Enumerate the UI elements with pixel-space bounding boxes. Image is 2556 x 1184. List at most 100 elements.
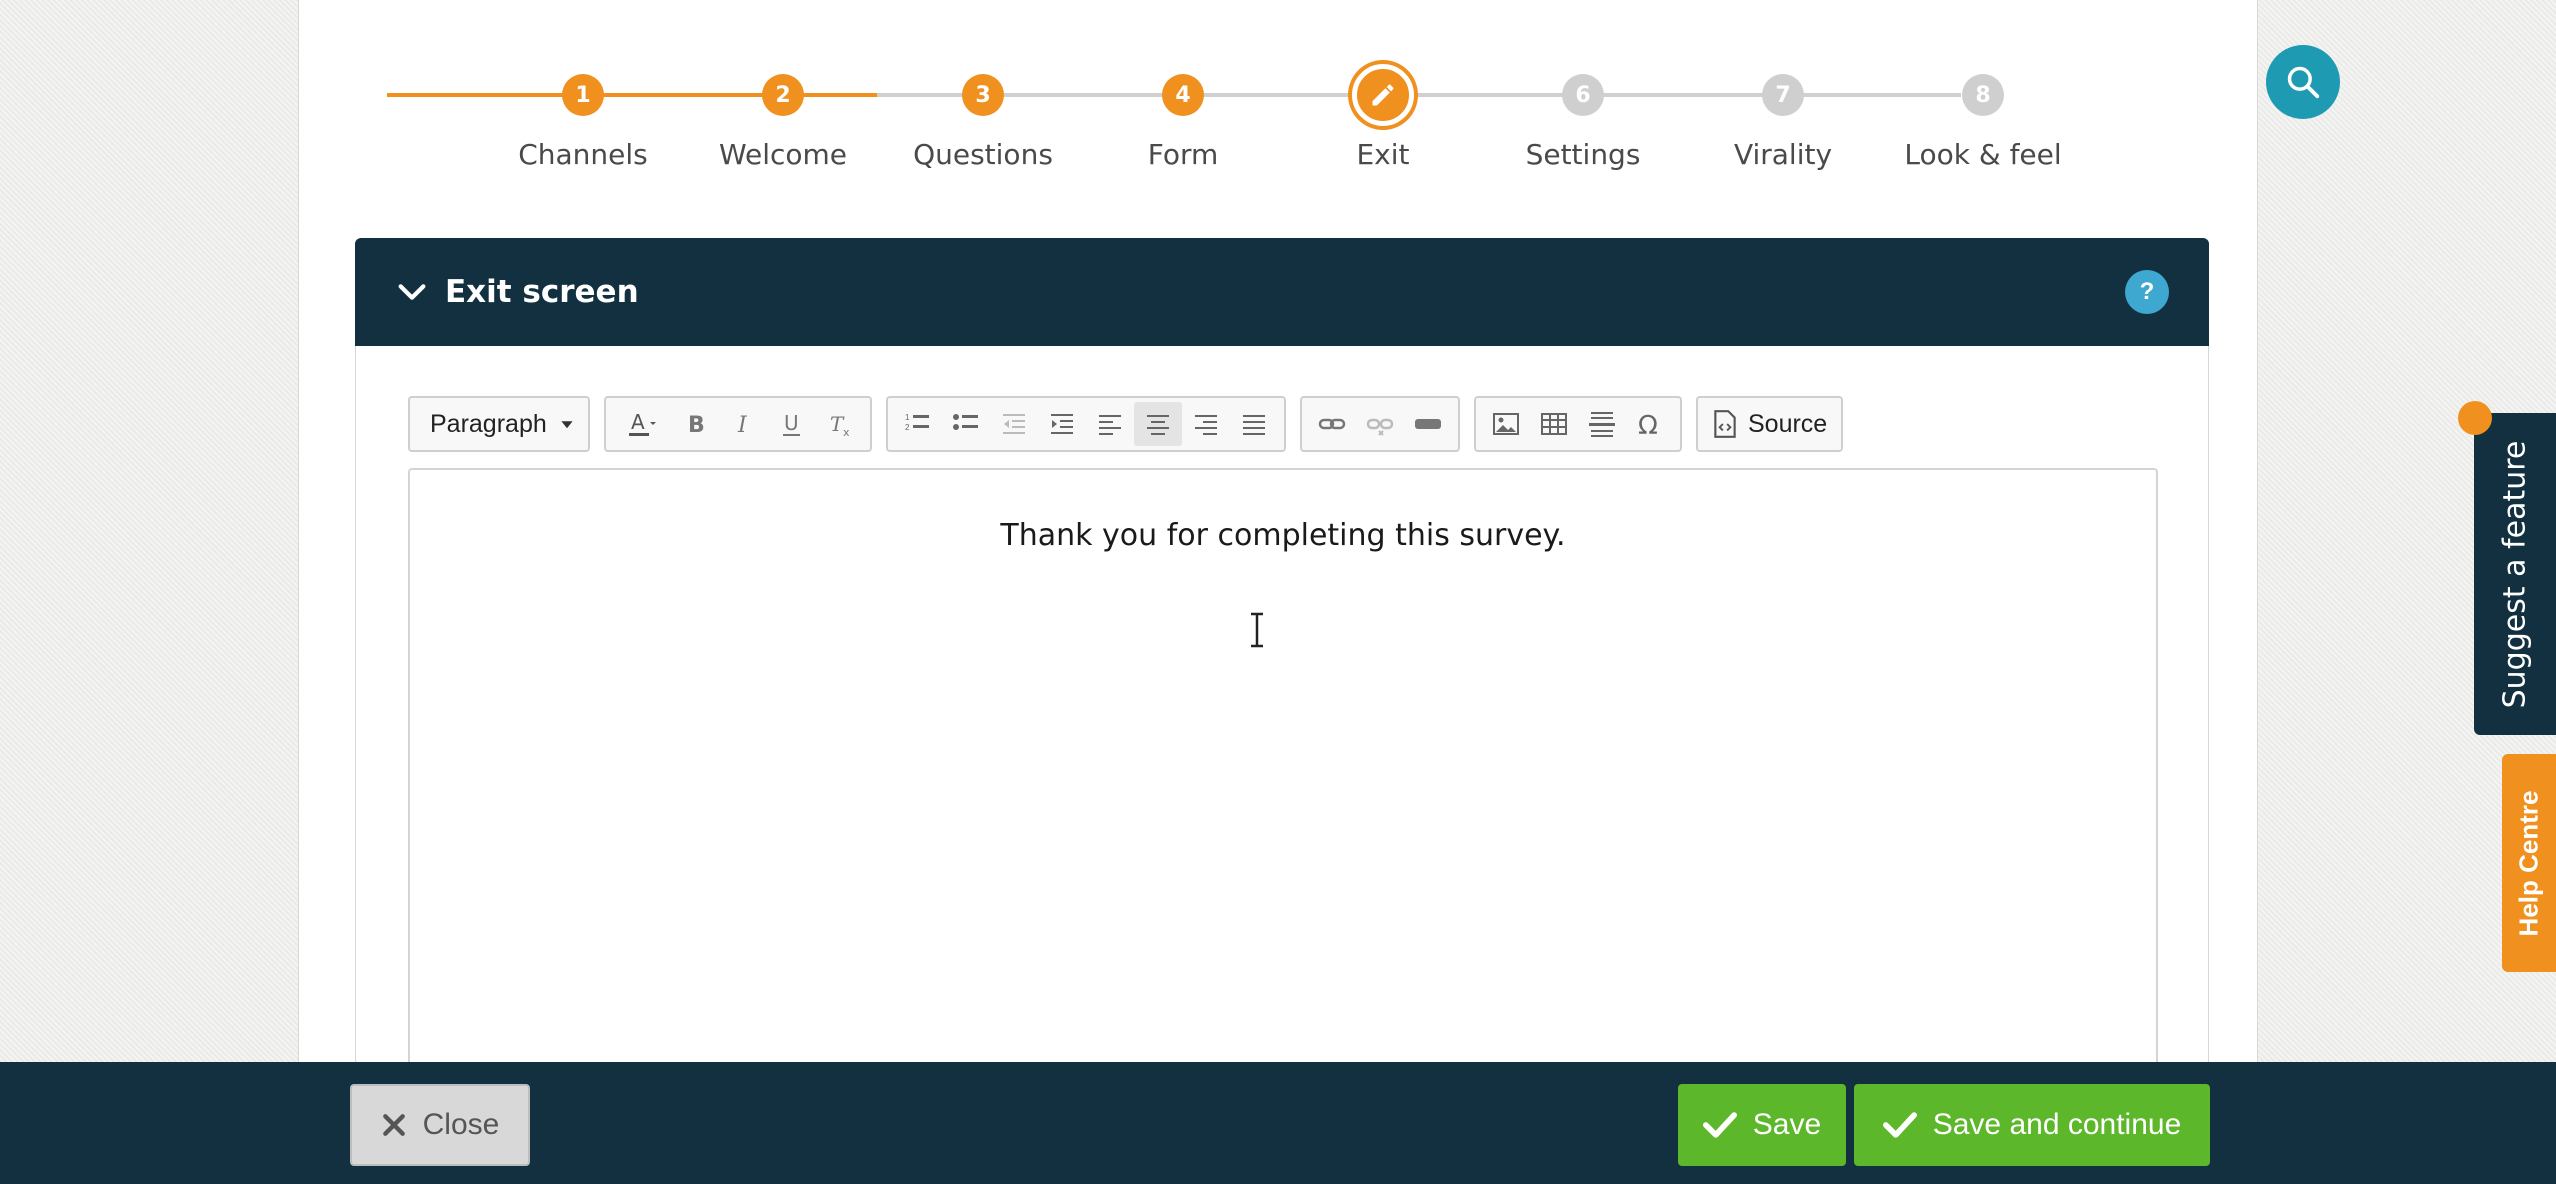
format-dropdown[interactable]: Paragraph: [408, 396, 590, 452]
link-icon: [1318, 418, 1346, 430]
justify-icon: [1243, 415, 1265, 435]
insert-group: Ω: [1474, 396, 1682, 452]
bold-button[interactable]: B: [672, 402, 720, 446]
align-center-button[interactable]: [1134, 402, 1182, 446]
omega-icon: Ω: [1638, 411, 1658, 439]
numbered-list-button[interactable]: 12: [894, 402, 942, 446]
remove-format-icon: Tx: [830, 412, 850, 439]
step-number: 2: [762, 74, 804, 116]
close-icon: [382, 1114, 405, 1136]
indent-icon: [1051, 414, 1073, 434]
align-left-icon: [1099, 415, 1121, 435]
outdent-icon: [1003, 414, 1025, 434]
outdent-button[interactable]: [990, 402, 1038, 446]
unlink-button[interactable]: [1356, 402, 1404, 446]
text-cursor-icon: [1251, 612, 1263, 648]
step-number: 8: [1962, 74, 2004, 116]
align-left-button[interactable]: [1086, 402, 1134, 446]
notification-dot: [2458, 401, 2492, 435]
align-center-icon: [1147, 415, 1169, 435]
help-centre-tab[interactable]: Help Centre: [2502, 754, 2556, 972]
exit-screen-panel-header[interactable]: Exit screen ?: [355, 238, 2209, 346]
underline-button[interactable]: U: [768, 402, 816, 446]
anchor-bar-icon: [1415, 419, 1441, 429]
numbered-list-icon: 12: [905, 413, 929, 432]
step-label: Settings: [1525, 138, 1641, 171]
footer-bar: Close Save Save and continue: [0, 1062, 2556, 1184]
check-icon: [1882, 1112, 1917, 1138]
remove-format-button[interactable]: Tx: [816, 402, 864, 446]
step-number: 6: [1562, 74, 1604, 116]
align-right-icon: [1195, 415, 1217, 435]
close-button[interactable]: Close: [350, 1084, 530, 1166]
rich-text-editor[interactable]: Thank you for completing this survey.: [408, 468, 2158, 1108]
italic-icon: I: [737, 413, 748, 438]
search-button[interactable]: [2266, 45, 2340, 119]
editor-content[interactable]: Thank you for completing this survey.: [410, 518, 2156, 553]
step-label: Form: [1147, 138, 1219, 171]
underline-icon: U: [783, 411, 800, 436]
save-and-continue-label: Save and continue: [1932, 1108, 2182, 1141]
bullet-list-icon: [953, 414, 978, 430]
editor-toolbar: Paragraph A B I U Tx 12 Ω Source: [408, 396, 1844, 452]
caret-down-icon: [561, 421, 573, 429]
link-group: [1300, 396, 1460, 452]
source-button[interactable]: Source: [1696, 396, 1844, 452]
chevron-down-icon[interactable]: [395, 275, 429, 309]
suggest-feature-label: Suggest a feature: [2497, 440, 2533, 708]
help-question-button[interactable]: ?: [2125, 270, 2169, 314]
format-value: Paragraph: [430, 409, 547, 438]
step-current-indicator: [1352, 64, 1414, 126]
wizard-stepper: 1 Channels 2 Welcome 3 Questions 4 Form …: [299, 0, 2257, 200]
table-button[interactable]: [1530, 402, 1578, 446]
svg-text:A: A: [631, 410, 645, 434]
bullet-list-button[interactable]: [942, 402, 990, 446]
save-button[interactable]: Save: [1678, 1084, 1846, 1166]
step-number: 1: [562, 74, 604, 116]
horizontal-rule-button[interactable]: [1578, 402, 1626, 446]
bold-icon: B: [688, 413, 705, 438]
svg-text:x: x: [843, 426, 850, 439]
unlink-icon: [1366, 418, 1394, 436]
image-button[interactable]: [1482, 402, 1530, 446]
text-style-group: A B I U Tx: [604, 396, 872, 452]
step-number: 7: [1762, 74, 1804, 116]
svg-text:I: I: [737, 413, 748, 438]
step-label: Welcome: [718, 138, 848, 171]
step-number: 3: [962, 74, 1004, 116]
search-icon: [2287, 66, 2320, 99]
svg-text:2: 2: [905, 423, 910, 432]
horizontal-rule-icon: [1589, 412, 1615, 437]
svg-text:U: U: [784, 411, 799, 435]
help-centre-label: Help Centre: [2513, 790, 2544, 936]
panel-title: Exit screen: [445, 274, 639, 310]
anchor-button[interactable]: [1404, 402, 1452, 446]
justify-button[interactable]: [1230, 402, 1278, 446]
link-button[interactable]: [1308, 402, 1356, 446]
source-file-icon: [1714, 410, 1736, 438]
special-character-button[interactable]: Ω: [1626, 402, 1674, 446]
step-label: Channels: [518, 138, 648, 171]
close-label: Close: [422, 1108, 500, 1141]
save-and-continue-button[interactable]: Save and continue: [1854, 1084, 2210, 1166]
font-color-button[interactable]: A: [612, 402, 672, 446]
indent-button[interactable]: [1038, 402, 1086, 446]
italic-button[interactable]: I: [720, 402, 768, 446]
suggest-feature-tab[interactable]: Suggest a feature: [2474, 413, 2556, 735]
svg-text:Ω: Ω: [1638, 411, 1658, 439]
step-label: Look & feel: [1904, 138, 2062, 171]
source-label: Source: [1748, 409, 1828, 438]
align-right-button[interactable]: [1182, 402, 1230, 446]
step-number: 4: [1162, 74, 1204, 116]
svg-text:1: 1: [905, 413, 910, 422]
step-label: Exit: [1356, 138, 1410, 171]
save-label: Save: [1752, 1108, 1822, 1141]
image-icon: [1493, 413, 1519, 435]
font-color-icon: A: [629, 410, 656, 436]
paragraph-group: 12: [886, 396, 1286, 452]
svg-text:B: B: [688, 413, 705, 438]
check-icon: [1702, 1112, 1737, 1138]
step-label: Questions: [913, 138, 1053, 171]
pencil-icon: [1372, 84, 1394, 106]
table-icon: [1541, 413, 1567, 435]
